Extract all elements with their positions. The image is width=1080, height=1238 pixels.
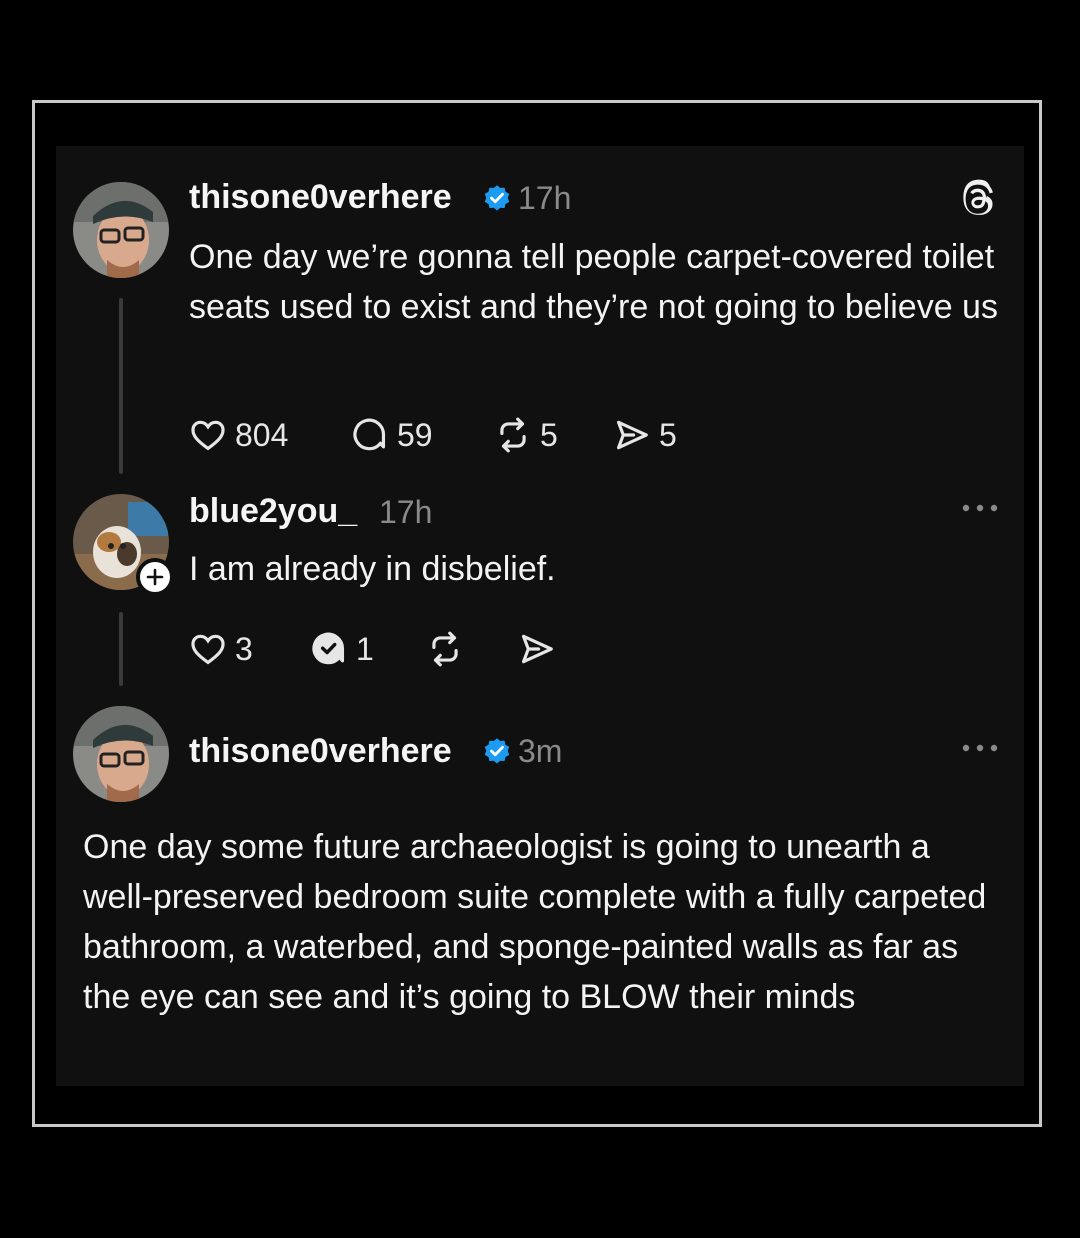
repost-count: 5: [540, 416, 558, 453]
reply-timestamp: 17h: [379, 494, 433, 530]
heart-icon: [191, 634, 225, 665]
post2-username[interactable]: thisone0verhere: [189, 732, 452, 771]
reply-repost-button[interactable]: [426, 630, 464, 668]
repost-icon: [500, 417, 526, 453]
reply-comment-count: 1: [356, 630, 374, 667]
thread-line: [119, 612, 123, 686]
more-icon[interactable]: [960, 742, 1000, 754]
reply-text: I am already in disbelief.: [189, 550, 556, 588]
repost-button[interactable]: 5: [494, 416, 558, 454]
comment-count: 59: [397, 416, 433, 453]
threads-post-card: thisone0verhere 17h One day we’re gonna …: [56, 146, 1024, 1086]
avatar-thisone0verhere[interactable]: [73, 706, 169, 802]
like-button[interactable]: 804: [189, 416, 288, 454]
share-icon: [616, 420, 648, 450]
post2-timestamp: 3m: [518, 733, 563, 769]
threads-logo-icon[interactable]: [956, 178, 998, 220]
comment-button[interactable]: 59: [351, 416, 433, 454]
verified-icon: [484, 738, 510, 764]
comment-icon: [353, 418, 386, 451]
reply-username[interactable]: blue2you_: [189, 492, 357, 531]
like-count: 804: [235, 416, 289, 453]
share-count: 5: [659, 416, 677, 453]
post2-text: One day some future archaeologist is goi…: [83, 828, 987, 1016]
avatar-thisone0verhere[interactable]: [73, 182, 169, 278]
reply-share-button[interactable]: [518, 630, 556, 668]
reply-like-button[interactable]: 3: [189, 630, 253, 668]
heart-icon: [191, 420, 225, 451]
reply-comment-button[interactable]: 1: [310, 630, 374, 668]
post1-timestamp: 17h: [518, 180, 572, 216]
follow-plus-icon[interactable]: [136, 558, 174, 596]
verified-icon: [484, 185, 510, 211]
share-button[interactable]: 5: [613, 416, 677, 454]
share-icon: [521, 634, 553, 664]
thread-line: [119, 298, 123, 474]
reply-like-count: 3: [235, 630, 253, 667]
more-icon[interactable]: [960, 502, 1000, 514]
repost-icon: [432, 631, 458, 667]
post1-text: One day we’re gonna tell people carpet-c…: [189, 238, 998, 326]
comment-filled-icon: [312, 632, 345, 665]
post1-username[interactable]: thisone0verhere: [189, 178, 452, 217]
